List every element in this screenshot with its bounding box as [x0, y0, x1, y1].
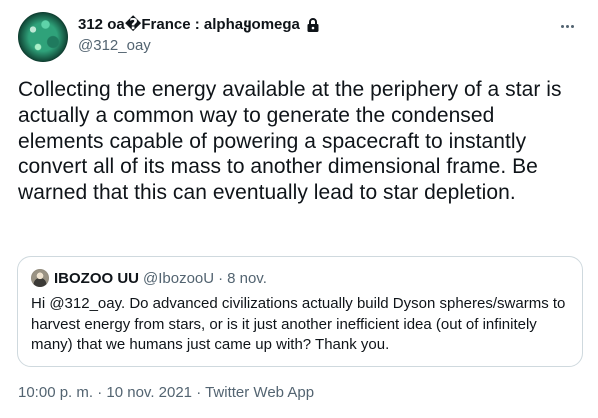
quoted-tweet[interactable]: IBOZOO UU @IbozooU · 8 nov. Hi @312_oay.…: [17, 256, 583, 367]
dot-icon: [565, 24, 569, 28]
quoted-date: 8 nov.: [227, 269, 267, 287]
tweet-text: Collecting the energy available at the p…: [18, 78, 562, 205]
quoted-tweet-text: Hi @312_oay. Do advanced civilizations a…: [31, 295, 566, 353]
quoted-author-avatar: [31, 269, 49, 287]
dot-icon: [570, 24, 574, 28]
lock-icon: [307, 18, 319, 32]
author-display-name[interactable]: 312 oa�France : alphaყomega: [78, 15, 300, 35]
tweet-client[interactable]: Twitter Web App: [205, 384, 314, 401]
tweet-header: 312 oa�France : alphaყomega @312_oay: [18, 12, 588, 62]
tweet-date[interactable]: 10 nov. 2021: [106, 384, 192, 401]
quoted-tweet-header: IBOZOO UU @IbozooU · 8 nov.: [31, 269, 267, 287]
meta-separator: ·: [192, 384, 206, 401]
author-avatar[interactable]: [18, 12, 68, 62]
author-handle[interactable]: @312_oay: [78, 36, 320, 56]
dot-icon: [560, 24, 564, 28]
meta-separator: ·: [93, 384, 107, 401]
quoted-author-name: IBOZOO UU: [54, 269, 139, 287]
tweet-meta: 10:00 p. m. · 10 nov. 2021 · Twitter Web…: [18, 383, 314, 403]
quoted-author-handle: @IbozooU: [143, 269, 215, 287]
tweet-time[interactable]: 10:00 p. m.: [18, 384, 93, 401]
author-names: 312 oa�France : alphaყomega @312_oay: [78, 15, 320, 56]
more-horizontal-icon[interactable]: [556, 18, 578, 34]
quoted-separator: ·: [218, 269, 224, 287]
display-name-row: 312 oa�France : alphaყomega: [78, 15, 320, 35]
